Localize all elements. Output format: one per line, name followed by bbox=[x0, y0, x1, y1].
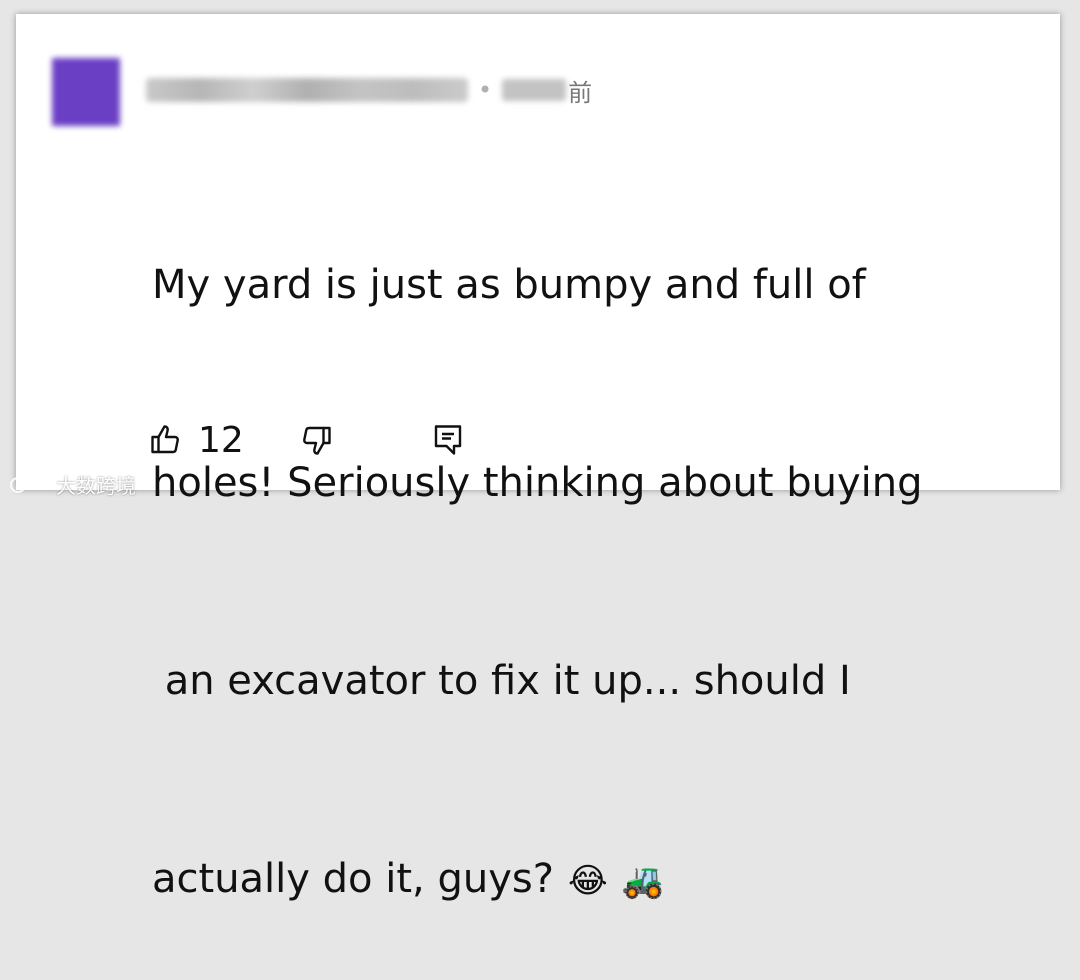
username-blurred[interactable] bbox=[146, 78, 468, 102]
watermark: 大数跨境 bbox=[8, 470, 136, 499]
comment-line-last: actually do it, guys? 😂 🚜 bbox=[152, 846, 972, 914]
like-count: 12 bbox=[198, 419, 244, 461]
timestamp-blurred bbox=[502, 79, 567, 101]
watermark-text: 大数跨境 bbox=[56, 474, 136, 498]
thumbs-up-icon[interactable] bbox=[148, 422, 184, 458]
meta-separator: • bbox=[478, 76, 493, 104]
tractor-emoji: 🚜 bbox=[621, 861, 665, 901]
comment-line: My yard is just as bumpy and full of bbox=[152, 262, 866, 308]
comment-line-text: actually do it, guys? bbox=[152, 856, 554, 902]
avatar[interactable] bbox=[52, 58, 120, 126]
reply-icon[interactable] bbox=[430, 422, 466, 458]
comment-actions: 12 bbox=[148, 416, 466, 464]
thumbs-down-icon[interactable] bbox=[298, 422, 334, 458]
watermark-logo-icon bbox=[10, 475, 47, 493]
comment-line: an excavator to fix it up... should I bbox=[152, 658, 851, 704]
timestamp-suffix: 前 bbox=[568, 78, 593, 107]
laughing-emoji: 😂 bbox=[567, 861, 608, 901]
comment-text: My yard is just as bumpy and full of hol… bbox=[152, 120, 972, 980]
comment-meta: • 前 bbox=[146, 72, 592, 108]
